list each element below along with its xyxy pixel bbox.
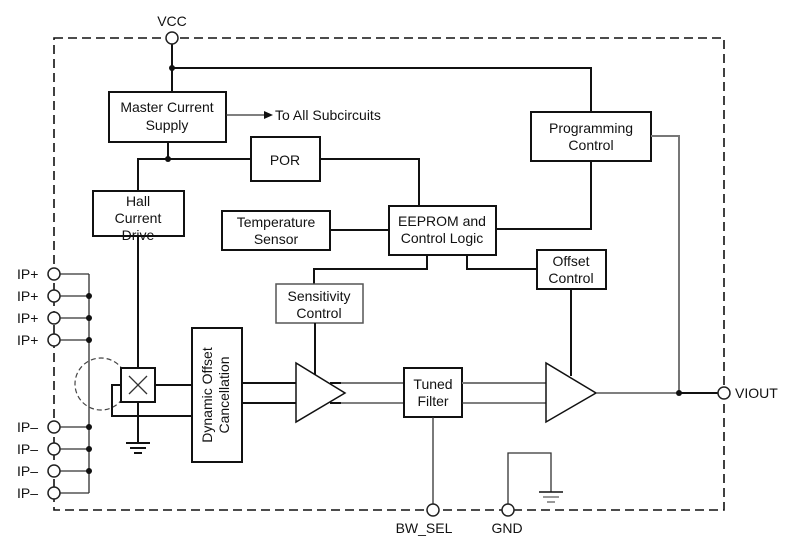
svg-text:Control Logic: Control Logic (401, 230, 484, 246)
offset-control-block: Offset Control (536, 249, 607, 290)
svg-text:Control: Control (296, 305, 341, 321)
ip-minus-pin-2: IP– (17, 441, 61, 457)
svg-text:Filter: Filter (417, 393, 448, 409)
svg-text:Temperature: Temperature (237, 214, 316, 230)
eeprom-to-sensitivity-wire (313, 255, 428, 284)
eeprom-to-programming-wire (496, 161, 592, 230)
svg-text:POR: POR (270, 152, 300, 168)
ip-plus-pin-3: IP+ (17, 310, 61, 326)
eeprom-to-offset-wire (466, 255, 537, 270)
svg-text:IP+: IP+ (17, 310, 38, 326)
svg-text:Dynamic Offset: Dynamic Offset (199, 347, 215, 443)
programming-control-block: Programming Control (530, 111, 652, 162)
svg-text:Control: Control (568, 137, 613, 153)
eeprom-control-logic-block: EEPROM and Control Logic (388, 205, 497, 256)
svg-text:Control: Control (548, 270, 593, 286)
svg-text:Sensitivity: Sensitivity (287, 288, 350, 304)
svg-text:Cancellation: Cancellation (216, 356, 232, 433)
svg-text:Programming: Programming (549, 120, 633, 136)
svg-text:Current: Current (115, 210, 162, 226)
svg-text:Hall: Hall (126, 193, 150, 209)
svg-text:IP+: IP+ (17, 332, 38, 348)
svg-text:EEPROM and: EEPROM and (398, 213, 486, 229)
svg-text:Supply: Supply (146, 117, 189, 133)
ip-plus-pin-4: IP+ (17, 332, 61, 348)
bw-sel-pin: BW_SEL (396, 503, 453, 536)
svg-text:IP–: IP– (17, 485, 38, 501)
vcc-pin: VCC (157, 13, 187, 45)
dynamic-offset-cancellation-block: Dynamic Offset Cancellation (191, 327, 243, 463)
ground-icon (126, 442, 150, 454)
block-diagram: Master Current Supply To All Subcircuits… (17, 13, 778, 536)
viout-pin: VIOUT (717, 385, 778, 401)
svg-text:VCC: VCC (157, 13, 187, 29)
to-all-subcircuits-arrow: To All Subcircuits (226, 107, 381, 123)
ip-minus-pin-3: IP– (17, 463, 61, 479)
mcs-net (137, 142, 251, 190)
gnd-pin: GND (491, 503, 523, 536)
svg-text:GND: GND (491, 520, 522, 536)
hall-element (74, 357, 192, 443)
svg-text:Offset: Offset (552, 253, 589, 269)
programming-to-output-wire (651, 135, 680, 391)
svg-text:BW_SEL: BW_SEL (396, 520, 453, 536)
master-current-supply-block: Master Current Supply (108, 91, 227, 143)
svg-text:IP–: IP– (17, 419, 38, 435)
ip-plus-pin-1: IP+ (17, 266, 61, 282)
ip-minus-pin-4: IP– (17, 485, 61, 501)
ip-plus-pin-2: IP+ (17, 288, 61, 304)
to-all-subcircuits-label: To All Subcircuits (275, 107, 381, 123)
tuned-filter-block: Tuned Filter (403, 367, 463, 418)
svg-text:IP+: IP+ (17, 288, 38, 304)
svg-text:IP–: IP– (17, 463, 38, 479)
sensitivity-control-block: Sensitivity Control (275, 283, 364, 324)
ip-bus (60, 273, 92, 494)
svg-text:Master Current: Master Current (120, 99, 213, 115)
svg-text:VIOUT: VIOUT (735, 385, 778, 401)
svg-text:Sensor: Sensor (254, 231, 299, 247)
ip-minus-pin-1: IP– (17, 419, 61, 435)
hall-current-drive-block: Hall Current Drive (92, 190, 185, 243)
sensitivity-amplifier-icon (295, 361, 347, 424)
svg-text:Tuned: Tuned (413, 376, 452, 392)
svg-text:IP–: IP– (17, 441, 38, 457)
por-to-eeprom-wire (320, 158, 420, 206)
por-block: POR (250, 136, 321, 182)
ground-icon-2 (539, 491, 563, 503)
svg-text:IP+: IP+ (17, 266, 38, 282)
temperature-sensor-block: Temperature Sensor (221, 210, 331, 251)
vcc-net (169, 44, 592, 112)
